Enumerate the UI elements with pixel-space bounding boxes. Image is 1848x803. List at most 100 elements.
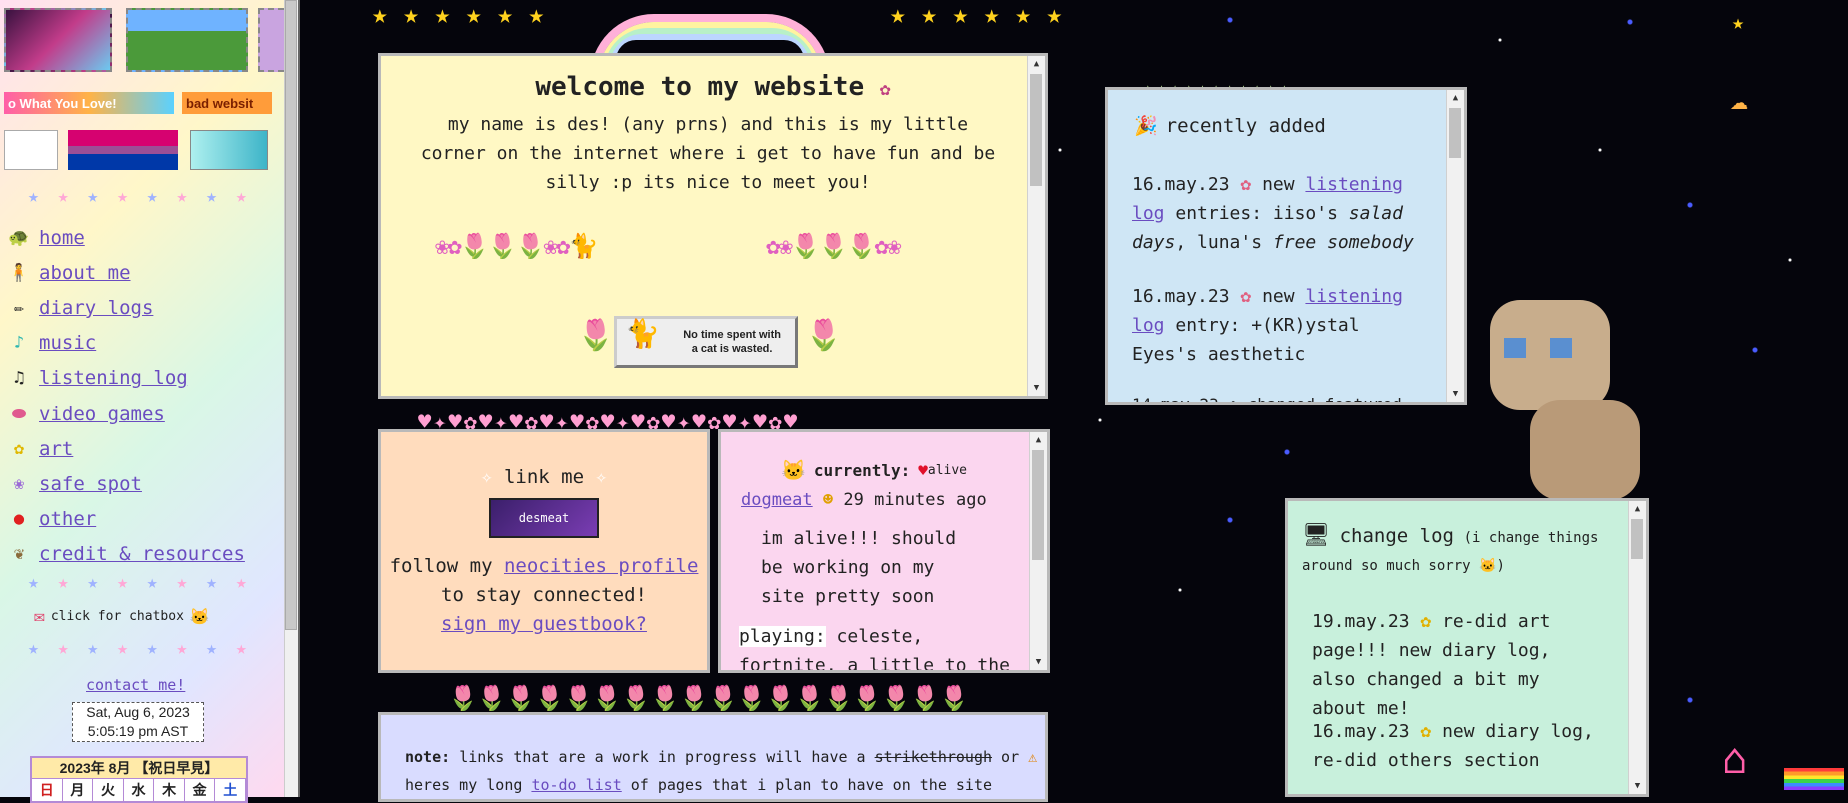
controller-icon: ⬬ <box>11 403 27 424</box>
link-me-badge[interactable]: desmeat <box>489 498 599 538</box>
nyan-cat-icon <box>1784 768 1844 790</box>
nav-item-about-me[interactable]: 🧍 about me <box>6 255 245 290</box>
sleeping-cat-cloud-icon: ☁ <box>1730 82 1749 117</box>
status-time: 29 minutes ago <box>843 490 987 510</box>
sidebar: o What You Love! bad websit ★ ★ ★ ★ ★ ★ … <box>0 0 284 803</box>
person-icon: 🧍 <box>8 262 30 283</box>
nav-link-about-me[interactable]: about me <box>39 262 131 284</box>
nav-item-credit-resources[interactable]: ❦ credit & resources <box>6 537 245 572</box>
strawberry-icon: ● <box>13 509 25 530</box>
party-popper-icon: 🎉 <box>1134 115 1158 137</box>
scroll-up-icon[interactable]: ▲ <box>1447 90 1464 106</box>
playing-label: playing: <box>739 626 826 647</box>
weekday: 土 <box>215 779 247 801</box>
flower-pots-left: ❀✿🌷🌷🌷❀✿🐈 <box>435 232 598 260</box>
change-log-entry: 16.may.23 ✿ new diary log, re-did others… <box>1312 721 1594 771</box>
user-link[interactable]: dogmeat <box>741 490 813 510</box>
sticker-icon: ❦ <box>13 544 25 565</box>
playing-line: playing: celeste, fortnite, a little to … <box>739 622 1029 670</box>
welcome-panel: welcome to my website ✿ my name is des! … <box>378 53 1048 399</box>
nav-item-art[interactable]: ✿ art <box>6 431 245 466</box>
nav-link-safe-spot[interactable]: safe spot <box>39 473 142 495</box>
scrollbar-thumb[interactable] <box>1631 519 1643 559</box>
sparkle-icon: ✧ <box>481 466 493 488</box>
star-icon: ★ <box>1732 10 1745 34</box>
currently-header: 🐱 currently: ♥ alive <box>781 458 968 482</box>
currently-scrollbar[interactable]: ▲ ▼ <box>1029 432 1047 670</box>
scroll-down-icon[interactable]: ▼ <box>1447 386 1464 402</box>
weekday: 水 <box>124 779 155 801</box>
warning-icon: ⚠ <box>1028 748 1038 766</box>
divider <box>298 0 300 797</box>
nav-link-other[interactable]: other <box>39 508 96 530</box>
recently-added-header: 🎉 recently added <box>1134 114 1326 138</box>
guestbook-link[interactable]: sign my guestbook? <box>441 613 647 635</box>
nav-item-listening-log[interactable]: ♫ listening log <box>6 361 245 396</box>
todo-list-link[interactable]: to-do list <box>531 776 621 794</box>
neocities-profile-link[interactable]: neocities profile <box>504 555 698 577</box>
weekday: 火 <box>93 779 124 801</box>
stamp-partial <box>258 8 284 72</box>
calendar-weekdays: 日 月 火 水 木 金 土 <box>32 779 247 801</box>
recently-added-panel: 🎉 recently added 16.may.23 ✿ new listenin… <box>1105 87 1467 405</box>
nav-link-art[interactable]: art <box>39 438 73 460</box>
chatbox-label: click for chatbox <box>50 609 184 624</box>
nav-item-home[interactable]: 🐢 home <box>6 220 245 255</box>
nav-item-diary-logs[interactable]: ✏ diary logs <box>6 290 245 325</box>
nav-item-other[interactable]: ● other <box>6 502 245 537</box>
cat-icon: 🐱 <box>189 607 210 626</box>
calendar-title: 2023年 8月 【祝日早見】 <box>32 758 246 779</box>
recent-entry: 16.may.23 ✿ new listening log entries: i… <box>1132 174 1414 253</box>
welcome-title: welcome to my website ✿ <box>535 72 891 102</box>
pencil-icon: ✏ <box>13 297 25 318</box>
scroll-down-icon[interactable]: ▼ <box>1030 654 1047 670</box>
todo-line: heres my long to-do list of pages that i… <box>405 776 993 794</box>
nav-link-video-games[interactable]: video games <box>39 403 165 425</box>
recently-added-title: recently added <box>1165 114 1326 137</box>
change-log-scrollbar[interactable]: ▲ ▼ <box>1628 501 1646 794</box>
house-icon[interactable]: ⌂ <box>1722 734 1747 783</box>
nav-link-diary-logs[interactable]: diary logs <box>39 297 153 319</box>
clock-widget: Sat, Aug 6, 2023 5:05:19 pm AST <box>72 702 204 742</box>
flower-pot-icon: 🌷 <box>577 318 615 353</box>
weekday: 月 <box>63 779 94 801</box>
nav-link-music[interactable]: music <box>39 332 96 354</box>
change-log-header: 🖥 change log (i change things around so … <box>1302 523 1622 580</box>
music-note-icon: ♫ <box>13 368 25 389</box>
envelope-icon: ✉ <box>34 606 45 627</box>
nav-link-listening-log[interactable]: listening log <box>39 367 188 389</box>
scroll-up-icon[interactable]: ▲ <box>1030 432 1047 448</box>
weekday: 金 <box>185 779 216 801</box>
scroll-up-icon[interactable]: ▲ <box>1629 501 1646 517</box>
nav-item-music[interactable]: ♪ music <box>6 326 245 361</box>
clock-date: Sat, Aug 6, 2023 <box>86 704 190 720</box>
scrollbar-thumb[interactable] <box>1449 108 1461 158</box>
scrollbar-thumb[interactable] <box>1032 450 1044 560</box>
scroll-down-icon[interactable]: ▼ <box>1028 380 1045 396</box>
scrollbar-thumb[interactable] <box>1030 74 1042 186</box>
sidebar-scrollbar-thumb[interactable] <box>285 0 297 630</box>
sleepy-face-icon: ☻ <box>822 490 834 510</box>
scroll-down-icon[interactable]: ▼ <box>1629 778 1646 794</box>
flower-pot-icon: 🌷 <box>805 318 843 353</box>
cat-button[interactable]: 🐈 No time spent with a cat is wasted. <box>614 316 798 368</box>
nav-link-home[interactable]: home <box>39 227 85 249</box>
nav-link-credit-resources[interactable]: credit & resources <box>39 543 245 565</box>
stamp-miku <box>190 130 268 170</box>
scroll-up-icon[interactable]: ▲ <box>1028 56 1045 72</box>
contact-link[interactable]: contact me! <box>86 676 185 694</box>
star-divider: ★ ★ ★ ★ ★ ★ ★ ★ <box>28 572 251 593</box>
tulip-border: 🌷🌷🌷🌷🌷🌷🌷🌷🌷🌷🌷🌷🌷🌷🌷🌷🌷🌷 <box>448 684 969 712</box>
recently-added-scrollbar[interactable]: ▲ ▼ <box>1446 90 1464 402</box>
sparkle-icon: ✧ <box>595 466 607 488</box>
todo-panel: note: links that are a work in progress … <box>378 712 1048 802</box>
nav-item-safe-spot[interactable]: ❀ safe spot <box>6 466 245 501</box>
welcome-text: my name is des! (any prns) and this is m… <box>420 114 996 193</box>
welcome-scrollbar[interactable]: ▲ ▼ <box>1027 56 1045 396</box>
star-divider: ★ ★ ★ ★ ★ ★ ★ ★ <box>28 186 251 207</box>
blinkie-bad-website: bad websit <box>182 92 272 114</box>
currently-panel: 🐱 currently: ♥ alive dogmeat ☻ 29 minutes… <box>718 429 1050 673</box>
nav-item-video-games[interactable]: ⬬ video games <box>6 396 245 431</box>
chatbox-link[interactable]: ✉ click for chatbox 🐱 <box>34 606 210 627</box>
change-log-panel: 🖥 change log (i change things around so … <box>1285 498 1649 797</box>
